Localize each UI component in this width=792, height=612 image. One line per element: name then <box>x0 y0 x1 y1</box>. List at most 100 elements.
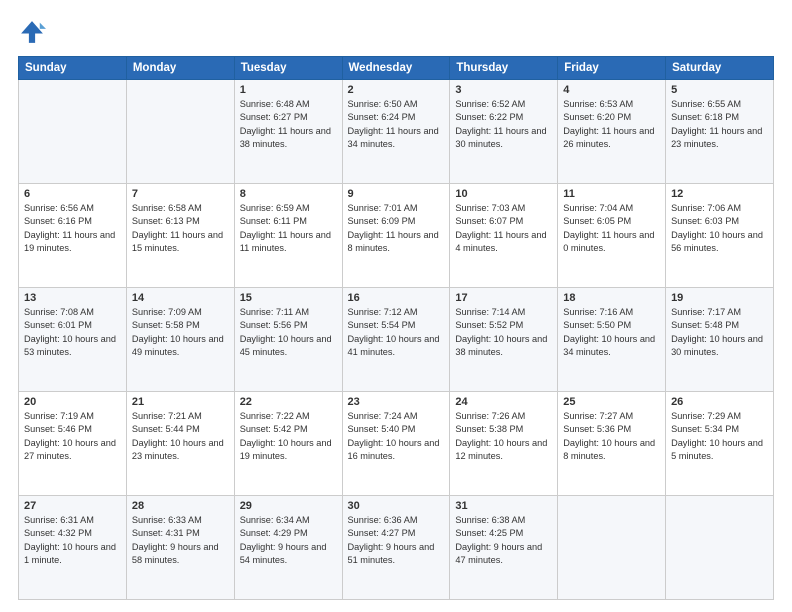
daylight-text: Daylight: 10 hours and 53 minutes. <box>24 334 116 357</box>
daylight-text: Daylight: 11 hours and 38 minutes. <box>240 126 331 149</box>
day-info: Sunrise: 7:08 AMSunset: 6:01 PMDaylight:… <box>24 306 121 359</box>
day-cell: 24Sunrise: 7:26 AMSunset: 5:38 PMDayligh… <box>450 392 558 496</box>
weekday-header-friday: Friday <box>558 57 666 80</box>
sunrise-text: Sunrise: 6:56 AM <box>24 203 94 213</box>
day-cell: 3 Sunrise: 6:52 AMSunset: 6:22 PMDaylight… <box>450 80 558 184</box>
week-row-1: 6 Sunrise: 6:56 AM Sunset: 6:16 PM Daylight… <box>19 184 774 288</box>
day-cell: 27 Sunrise: 6:31 AMSunset: 4:32 PMDayligh… <box>19 496 127 600</box>
day-info: Sunrise: 7:19 AMSunset: 5:46 PMDaylight:… <box>24 410 121 463</box>
day-cell: 4Sunrise: 6:53 AMSunset: 6:20 PMDaylight… <box>558 80 666 184</box>
sunset-text: Sunset: 5:36 PM <box>563 424 631 434</box>
day-info: Sunrise: 7:24 AMSunset: 5:40 PMDaylight:… <box>348 410 445 463</box>
sunrise-text: Sunrise: 7:04 AM <box>563 203 633 213</box>
sunrise-text: Sunrise: 6:48 AM <box>240 99 310 109</box>
day-number: 13 <box>24 292 121 304</box>
sunset-text: Sunset: 6:13 PM <box>132 216 200 226</box>
sunset-text: Sunset: 5:52 PM <box>455 320 523 330</box>
day-number: 19 <box>671 292 768 304</box>
day-cell: 17Sunrise: 7:14 AMSunset: 5:52 PMDayligh… <box>450 288 558 392</box>
daylight-text: Daylight: 10 hours and 38 minutes. <box>455 334 547 357</box>
daylight-text: Daylight: 9 hours and 47 minutes. <box>455 542 542 565</box>
day-number: 1 <box>240 84 337 96</box>
week-row-0: 1 Sunrise: 6:48 AMSunset: 6:27 PMDaylight… <box>19 80 774 184</box>
day-info: Sunrise: 7:06 AMSunset: 6:03 PMDaylight:… <box>671 202 768 255</box>
day-info: Sunrise: 7:16 AMSunset: 5:50 PMDaylight:… <box>563 306 660 359</box>
weekday-header-wednesday: Wednesday <box>342 57 450 80</box>
day-number: 15 <box>240 292 337 304</box>
daylight-text: Daylight: 9 hours and 51 minutes. <box>348 542 435 565</box>
day-cell: 2Sunrise: 6:50 AMSunset: 6:24 PMDaylight… <box>342 80 450 184</box>
day-number: 6 <box>24 188 121 200</box>
day-info: Sunrise: 6:31 AMSunset: 4:32 PMDaylight:… <box>24 514 121 567</box>
sunset-text: Sunset: 6:11 PM <box>240 216 307 226</box>
day-number: 3 <box>455 84 552 96</box>
sunset-text: Sunset: 5:58 PM <box>132 320 200 330</box>
daylight-text: Daylight: 11 hours and 4 minutes. <box>455 230 546 253</box>
day-cell: 16Sunrise: 7:12 AMSunset: 5:54 PMDayligh… <box>342 288 450 392</box>
sunrise-text: Sunrise: 7:27 AM <box>563 411 633 421</box>
daylight-text: Daylight: 11 hours and 26 minutes. <box>563 126 654 149</box>
day-number: 11 <box>563 188 660 200</box>
sunrise-text: Sunrise: 6:33 AM <box>132 515 202 525</box>
day-info: Sunrise: 7:03 AMSunset: 6:07 PMDaylight:… <box>455 202 552 255</box>
day-info: Sunrise: 7:21 AMSunset: 5:44 PMDaylight:… <box>132 410 229 463</box>
day-info: Sunrise: 6:34 AMSunset: 4:29 PMDaylight:… <box>240 514 337 567</box>
sunrise-text: Sunrise: 6:59 AM <box>240 203 310 213</box>
sunrise-text: Sunrise: 7:14 AM <box>455 307 525 317</box>
day-number: 25 <box>563 396 660 408</box>
sunset-text: Sunset: 6:01 PM <box>24 320 92 330</box>
sunrise-text: Sunrise: 7:21 AM <box>132 411 202 421</box>
sunset-text: Sunset: 5:48 PM <box>671 320 739 330</box>
day-cell: 30Sunrise: 6:36 AMSunset: 4:27 PMDayligh… <box>342 496 450 600</box>
logo-icon <box>18 18 46 46</box>
day-cell: 6Sunrise: 6:56 AMSunset: 6:16 PMDaylight… <box>19 184 127 288</box>
day-info: Sunrise: 6:58 AMSunset: 6:13 PMDaylight:… <box>132 202 229 255</box>
day-number: 27 <box>24 500 121 512</box>
sunrise-text: Sunrise: 6:31 AM <box>24 515 94 525</box>
day-cell <box>558 496 666 600</box>
sunset-text: Sunset: 6:24 PM <box>348 112 416 122</box>
page: SundayMondayTuesdayWednesdayThursdayFrid… <box>0 0 792 612</box>
day-number: 10 <box>455 188 552 200</box>
sunset-text: Sunset: 5:38 PM <box>455 424 523 434</box>
sunset-text: Sunset: 4:29 PM <box>240 528 308 538</box>
calendar-header: SundayMondayTuesdayWednesdayThursdayFrid… <box>19 57 774 80</box>
sunrise-text: Sunrise: 6:34 AM <box>240 515 310 525</box>
daylight-text: Daylight: 11 hours and 15 minutes. <box>132 230 223 253</box>
day-number: 14 <box>132 292 229 304</box>
daylight-text: Daylight: 10 hours and 8 minutes. <box>563 438 655 461</box>
sunset-text: Sunset: 5:44 PM <box>132 424 200 434</box>
day-number: 12 <box>671 188 768 200</box>
sunset-text: Sunset: 5:54 PM <box>348 320 416 330</box>
day-cell: 8Sunrise: 6:59 AMSunset: 6:11 PMDaylight… <box>234 184 342 288</box>
sunset-text: Sunset: 6:16 PM <box>24 216 92 226</box>
day-cell: 19Sunrise: 7:17 AMSunset: 5:48 PMDayligh… <box>666 288 774 392</box>
weekday-header-saturday: Saturday <box>666 57 774 80</box>
day-cell: 21Sunrise: 7:21 AMSunset: 5:44 PMDayligh… <box>126 392 234 496</box>
daylight-text: Daylight: 10 hours and 30 minutes. <box>671 334 763 357</box>
day-number: 30 <box>348 500 445 512</box>
logo <box>18 18 50 46</box>
calendar-table: SundayMondayTuesdayWednesdayThursdayFrid… <box>18 56 774 600</box>
sunset-text: Sunset: 5:50 PM <box>563 320 631 330</box>
day-cell: 10 Sunrise: 7:03 AMSunset: 6:07 PMDayligh… <box>450 184 558 288</box>
day-info: Sunrise: 6:59 AMSunset: 6:11 PMDaylight:… <box>240 202 337 255</box>
day-number: 23 <box>348 396 445 408</box>
day-info: Sunrise: 7:12 AMSunset: 5:54 PMDaylight:… <box>348 306 445 359</box>
day-info: Sunrise: 7:11 AMSunset: 5:56 PMDaylight:… <box>240 306 337 359</box>
daylight-text: Daylight: 10 hours and 34 minutes. <box>563 334 655 357</box>
day-cell: 20Sunrise: 7:19 AMSunset: 5:46 PMDayligh… <box>19 392 127 496</box>
day-info: Sunrise: 7:29 AMSunset: 5:34 PMDaylight:… <box>671 410 768 463</box>
day-info: Sunrise: 6:48 AMSunset: 6:27 PMDaylight:… <box>240 98 337 151</box>
sunset-text: Sunset: 5:42 PM <box>240 424 308 434</box>
sunrise-text: Sunrise: 6:55 AM <box>671 99 741 109</box>
daylight-text: Daylight: 10 hours and 45 minutes. <box>240 334 332 357</box>
day-info: Sunrise: 6:52 AMSunset: 6:22 PMDaylight:… <box>455 98 552 151</box>
daylight-text: Daylight: 10 hours and 49 minutes. <box>132 334 224 357</box>
sunrise-text: Sunrise: 6:50 AM <box>348 99 418 109</box>
sunrise-text: Sunrise: 7:12 AM <box>348 307 418 317</box>
week-row-3: 20Sunrise: 7:19 AMSunset: 5:46 PMDayligh… <box>19 392 774 496</box>
sunrise-text: Sunrise: 7:19 AM <box>24 411 94 421</box>
day-cell: 1 Sunrise: 6:48 AMSunset: 6:27 PMDaylight… <box>234 80 342 184</box>
sunrise-text: Sunrise: 7:22 AM <box>240 411 310 421</box>
